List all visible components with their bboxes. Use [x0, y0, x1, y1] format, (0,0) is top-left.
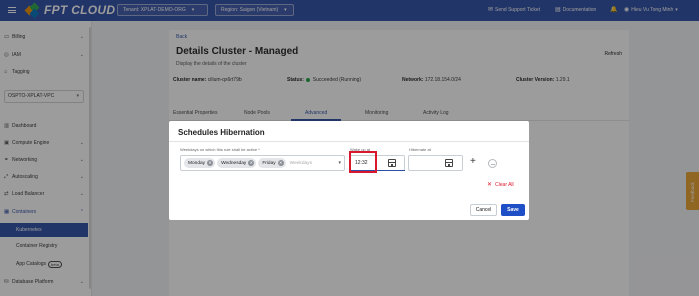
save-button[interactable]: Save: [501, 204, 525, 216]
chip-label: Wednesday: [221, 160, 247, 166]
weekday-chip-monday: Monday ✕: [184, 158, 216, 168]
remove-chip-icon[interactable]: ✕: [207, 160, 214, 166]
calendar-icon[interactable]: [388, 159, 396, 167]
calendar-icon[interactable]: [445, 159, 453, 167]
close-icon: ✕: [487, 182, 493, 188]
hibernate-time-input[interactable]: [408, 155, 463, 171]
weekdays-multiselect[interactable]: Monday ✕ Wednesday ✕ Friday ✕ Weekdays ▾: [180, 155, 345, 171]
remove-schedule-icon[interactable]: [488, 159, 497, 168]
weekday-chip-wednesday: Wednesday ✕: [217, 158, 257, 168]
chip-label: Friday: [262, 160, 276, 166]
hibernate-label: Hibernate at: [409, 147, 431, 152]
chip-label: Monday: [188, 160, 206, 166]
dialog-divider: [169, 141, 529, 142]
add-schedule-icon[interactable]: +: [470, 156, 476, 167]
weekdays-placeholder: Weekdays: [289, 160, 312, 166]
weekdays-label: Weekdays on which this rule shall be act…: [180, 147, 260, 152]
weekday-chip-friday: Friday ✕: [258, 158, 286, 168]
clear-all-button[interactable]: ✕ Clear All: [487, 181, 514, 189]
chevron-down-icon[interactable]: ▾: [338, 160, 341, 166]
cancel-button[interactable]: Cancel: [470, 204, 497, 216]
dialog-title: Schedules Hibernation: [178, 128, 265, 137]
remove-chip-icon[interactable]: ✕: [248, 160, 255, 166]
wake-up-highlight-box: [349, 151, 377, 173]
clear-all-label: Clear All: [495, 181, 514, 188]
remove-chip-icon[interactable]: ✕: [277, 160, 284, 166]
